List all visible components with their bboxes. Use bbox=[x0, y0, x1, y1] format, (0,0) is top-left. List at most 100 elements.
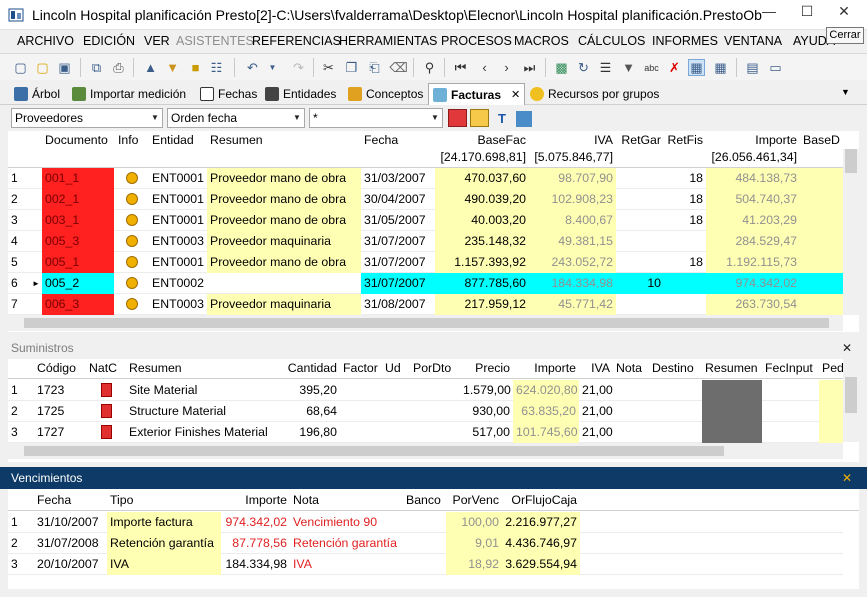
invoice-row[interactable]: 2 002_1 ENT0001 Proveedor mano de obra 30/04… bbox=[8, 189, 843, 210]
maximize-button[interactable]: ☐ bbox=[790, 0, 824, 22]
tab-fechas[interactable]: Fechas bbox=[200, 84, 257, 104]
col-factor[interactable]: Factor bbox=[340, 359, 382, 380]
invoice-retfis[interactable]: 18 bbox=[664, 210, 706, 231]
invoice-entity[interactable]: ENT0001 bbox=[149, 168, 207, 189]
col-importe[interactable]: Importe bbox=[513, 359, 579, 380]
menu-archivo[interactable]: ARCHIVO bbox=[17, 34, 74, 48]
clear-filter-icon[interactable]: ✗ bbox=[666, 59, 683, 76]
invoice-date[interactable]: 31/07/2007 bbox=[361, 231, 435, 252]
text-format-icon[interactable]: T bbox=[494, 111, 510, 127]
invoice-summary[interactable]: Proveedor mano de obra bbox=[207, 189, 361, 210]
invoice-basefac[interactable]: 217.959,12 bbox=[435, 294, 529, 315]
info-coins-icon[interactable] bbox=[115, 273, 149, 294]
col-fecha[interactable]: Fecha bbox=[34, 489, 106, 510]
info-coins-icon[interactable] bbox=[115, 231, 149, 252]
col-nota[interactable]: Nota bbox=[613, 359, 649, 380]
delete-icon[interactable]: ⌫ bbox=[389, 59, 407, 76]
invoice-based[interactable] bbox=[800, 294, 843, 315]
invoice-row[interactable]: 4 005_3 ENT0003 Proveedor maquinaria 31/07/2… bbox=[8, 231, 843, 252]
insert-icon[interactable]: ▩ bbox=[553, 59, 570, 76]
properties-icon[interactable]: ☷ bbox=[208, 59, 225, 76]
report-icon[interactable]: ▤ bbox=[744, 59, 761, 76]
due-type[interactable]: Retención garantía bbox=[107, 533, 221, 554]
close-tab-icon[interactable]: ✕ bbox=[511, 88, 520, 101]
invoice-row[interactable]: 6 ► 005_2 ENT0002 31/07/2007 877.785,60 184.33… bbox=[8, 273, 843, 294]
supply-iva[interactable]: 21,00 bbox=[579, 401, 613, 422]
search-filter-input[interactable]: * ▼ bbox=[309, 108, 443, 128]
col-porvenc[interactable]: PorVenc bbox=[446, 489, 502, 510]
invoice-row[interactable]: 3 003_1 ENT0001 Proveedor mano de obra 31/05… bbox=[8, 210, 843, 231]
open-folder-icon[interactable]: ▢ bbox=[34, 59, 51, 76]
invoice-retfis[interactable] bbox=[664, 294, 706, 315]
invoice-based[interactable] bbox=[800, 273, 843, 294]
redo-icon[interactable]: ↷ bbox=[290, 59, 307, 76]
supply-code[interactable]: 1725 bbox=[34, 401, 86, 422]
col-nota[interactable]: Nota bbox=[290, 489, 403, 510]
close-panel-icon[interactable]: ✕ bbox=[842, 467, 852, 489]
tab-importar-medicion[interactable]: Importar medición bbox=[72, 84, 186, 104]
supply-price[interactable]: 517,00 bbox=[460, 422, 513, 443]
due-date[interactable]: 31/10/2007 bbox=[34, 512, 106, 533]
undo-dropdown-icon[interactable]: ▼ bbox=[264, 59, 281, 76]
invoice-basefac[interactable]: 470.037,60 bbox=[435, 168, 529, 189]
due-row[interactable]: 2 31/07/2008 Retención garantía 87.778,56 Re… bbox=[8, 533, 843, 554]
minimize-button[interactable]: — bbox=[752, 0, 786, 22]
menu-informes[interactable]: INFORMES bbox=[652, 34, 718, 48]
supply-summary[interactable]: Structure Material bbox=[126, 401, 278, 422]
invoice-document[interactable]: 005_3 bbox=[42, 231, 114, 252]
first-record-icon[interactable]: ⏮ bbox=[452, 59, 469, 76]
col-retfis[interactable]: RetFis bbox=[664, 131, 706, 152]
close-panel-icon[interactable]: ✕ bbox=[842, 337, 852, 359]
import-icon[interactable]: ▼ bbox=[164, 59, 181, 76]
supply-row[interactable]: 3 1727 Exterior Finishes Material 196,80 517… bbox=[8, 422, 843, 443]
supply-row[interactable]: 1 1723 Site Material 395,20 1.579,00 624.020,… bbox=[8, 380, 843, 401]
due-row[interactable]: 1 31/10/2007 Importe factura 974.342,02 Venc… bbox=[8, 512, 843, 533]
tab-facturas[interactable]: Facturas ✕ bbox=[428, 83, 526, 105]
col-ud[interactable]: Ud bbox=[382, 359, 410, 380]
new-file-icon[interactable]: ▢ bbox=[12, 59, 29, 76]
window-icon[interactable]: ▭ bbox=[767, 59, 784, 76]
due-row[interactable]: 3 20/10/2007 IVA 184.334,98 IVA 18,92 3.629.55… bbox=[8, 554, 843, 575]
invoice-row[interactable]: 7 006_3 ENT0003 Proveedor maquinaria 31/08/2… bbox=[8, 294, 843, 315]
invoice-retgar[interactable] bbox=[616, 252, 664, 273]
previous-record-icon[interactable]: ‹ bbox=[476, 59, 493, 76]
col-orflujocaja[interactable]: OrFlujoCaja bbox=[502, 489, 580, 510]
invoice-retfis[interactable] bbox=[664, 273, 706, 294]
invoice-based[interactable] bbox=[800, 210, 843, 231]
invoice-row[interactable]: 1 001_1 ENT0001 Proveedor mano de obra 31/03… bbox=[8, 168, 843, 189]
col-banco[interactable]: Banco bbox=[403, 489, 446, 510]
supply-quantity[interactable]: 68,64 bbox=[278, 401, 340, 422]
invoice-date[interactable]: 31/07/2007 bbox=[361, 252, 435, 273]
export-grid-icon[interactable] bbox=[516, 111, 532, 127]
invoice-based[interactable] bbox=[800, 231, 843, 252]
invoice-entity[interactable]: ENT0001 bbox=[149, 189, 207, 210]
invoice-entity[interactable]: ENT0001 bbox=[149, 252, 207, 273]
menu-herramientas[interactable]: HERRAMIENTAS bbox=[339, 34, 437, 48]
col-precio[interactable]: Precio bbox=[460, 359, 513, 380]
copy-icon[interactable]: ❐ bbox=[343, 59, 360, 76]
due-banco[interactable] bbox=[403, 512, 446, 533]
print-icon[interactable]: ⎙ bbox=[110, 59, 127, 76]
col-destino[interactable]: Destino bbox=[649, 359, 702, 380]
tabs-overflow-icon[interactable]: ▼ bbox=[841, 87, 850, 97]
paste-icon[interactable]: ⎗ bbox=[366, 59, 383, 76]
due-importe[interactable]: 974.342,02 bbox=[221, 512, 290, 533]
supply-quantity[interactable]: 395,20 bbox=[278, 380, 340, 401]
search-icon[interactable]: ⚲ bbox=[421, 59, 438, 76]
menu-calculos[interactable]: CÁLCULOS bbox=[578, 34, 645, 48]
invoices-horizontal-scrollbar[interactable] bbox=[8, 315, 843, 331]
invoice-date[interactable]: 31/03/2007 bbox=[361, 168, 435, 189]
supply-quantity[interactable]: 196,80 bbox=[278, 422, 340, 443]
col-resumen[interactable]: Resumen bbox=[126, 359, 278, 380]
col-info[interactable]: Info bbox=[115, 131, 149, 152]
col-cantidad[interactable]: Cantidad bbox=[278, 359, 340, 380]
invoice-summary[interactable] bbox=[207, 273, 361, 294]
invoice-retgar[interactable] bbox=[616, 168, 664, 189]
invoice-document[interactable]: 003_1 bbox=[42, 210, 114, 231]
supply-ped[interactable] bbox=[819, 401, 843, 422]
invoice-document[interactable]: 005_2 bbox=[42, 273, 114, 294]
invoice-summary[interactable]: Proveedor maquinaria bbox=[207, 231, 361, 252]
invoice-basefac[interactable]: 235.148,32 bbox=[435, 231, 529, 252]
supply-price[interactable]: 930,00 bbox=[460, 401, 513, 422]
next-record-icon[interactable]: › bbox=[498, 59, 515, 76]
